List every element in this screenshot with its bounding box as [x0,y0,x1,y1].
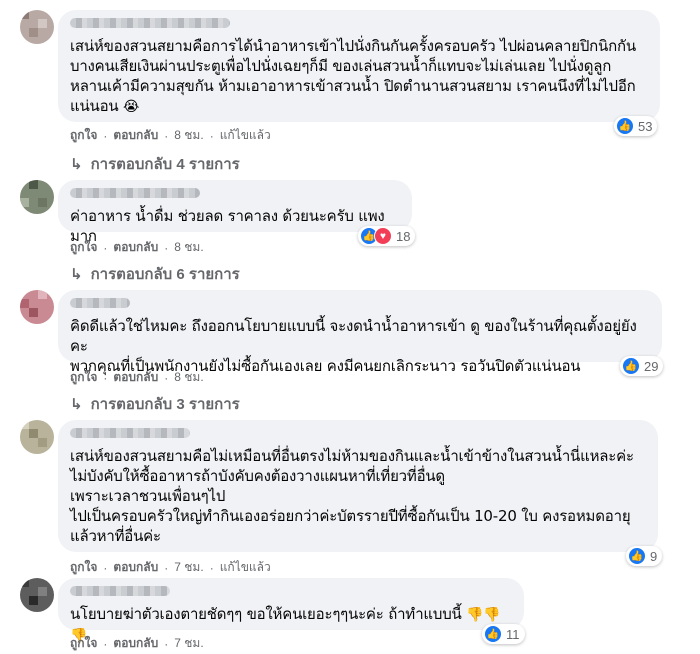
reaction-count: 11 [506,626,520,642]
author-name[interactable] [70,188,200,198]
crying-emoji: 😭 [123,99,140,115]
view-replies-link[interactable]: ↳ การตอบกลับ 6 รายการ [70,262,240,286]
like-button[interactable]: ถูกใจ [70,368,97,387]
comment-actions: ถูกใจ · ตอบกลับ · 8 ชม. · แก้ไขแล้ว [70,126,271,145]
comment-text: คิดดีแล้วใช่ไหมคะ ถึงออกนโยบายแบบนี้ จะง… [70,317,637,375]
like-icon: 👍 [628,547,646,565]
comment-text: เสน่ห์ของสวนสยามคือไม่เหมือนที่อื่นตรงไม… [70,447,634,545]
comment-bubble: ค่าอาหาร น้ำดื่ม ช่วยลด ราคาลง ด้วยนะครั… [58,180,412,245]
like-icon: 👍 [616,117,634,135]
author-name[interactable] [70,18,230,28]
separator: · [209,560,214,575]
replies-label: การตอบกลับ 3 รายการ [90,396,240,413]
edited-label[interactable]: แก้ไขแล้ว [220,558,271,577]
reaction-summary[interactable]: 👍 11 [482,624,525,644]
separator: · [164,128,169,143]
comment-actions: ถูกใจ · ตอบกลับ · 7 ชม. [70,634,204,653]
reply-arrow-icon: ↳ [70,396,83,413]
comment-bubble: นโยบายฆ่าตัวเองตายชัดๆๆ ขอให้คนเยอะๆๆนะค… [58,578,524,644]
timestamp[interactable]: 7 ชม. [174,634,203,653]
reaction-summary[interactable]: 👍 29 [620,356,664,376]
reaction-summary[interactable]: 👍 9 [626,546,663,566]
view-replies-link[interactable]: ↳ การตอบกลับ 4 รายการ [70,152,240,176]
reply-button[interactable]: ตอบกลับ [113,368,158,387]
like-button[interactable]: ถูกใจ [70,634,97,653]
like-button[interactable]: ถูกใจ [70,238,97,257]
separator: · [164,560,169,575]
like-button[interactable]: ถูกใจ [70,126,97,145]
separator: · [103,370,108,385]
reaction-summary[interactable]: 👍 53 [614,116,658,136]
author-name[interactable] [70,428,190,438]
like-icon: 👍 [484,625,502,643]
timestamp[interactable]: 8 ชม. [174,126,203,145]
separator: · [103,128,108,143]
edited-label[interactable]: แก้ไขแล้ว [220,126,271,145]
reply-button[interactable]: ตอบกลับ [113,238,158,257]
replies-label: การตอบกลับ 4 รายการ [90,156,240,173]
avatar[interactable] [20,420,54,454]
separator: · [103,636,108,651]
avatar[interactable] [20,578,54,612]
like-button[interactable]: ถูกใจ [70,558,97,577]
reply-button[interactable]: ตอบกลับ [113,126,158,145]
reaction-count: 18 [396,228,411,244]
comment-bubble: คิดดีแล้วใช่ไหมคะ ถึงออกนโยบายแบบนี้ จะง… [58,290,662,375]
author-name[interactable] [70,298,130,308]
view-replies-link[interactable]: ↳ การตอบกลับ 3 รายการ [70,392,240,416]
avatar[interactable] [20,180,54,214]
reaction-count: 53 [638,118,653,134]
separator: · [209,128,214,143]
reaction-summary[interactable]: 👍 ♥ 18 [358,226,416,246]
separator: · [164,636,169,651]
comment-text: นโยบายฆ่าตัวเองตายชัดๆๆ ขอให้คนเยอะๆๆนะค… [70,605,462,623]
comment-actions: ถูกใจ · ตอบกลับ · 7 ชม. · แก้ไขแล้ว [70,558,271,577]
comment-bubble: เสน่ห์ของสวนสยามคือการได้นำอาหารเข้าไปนั… [58,10,660,122]
reply-button[interactable]: ตอบกลับ [113,558,158,577]
reply-arrow-icon: ↳ [70,266,83,283]
like-icon: 👍 [622,357,640,375]
reply-arrow-icon: ↳ [70,156,83,173]
timestamp[interactable]: 8 ชม. [174,238,203,257]
separator: · [103,560,108,575]
reply-button[interactable]: ตอบกลับ [113,634,158,653]
separator: · [164,370,169,385]
timestamp[interactable]: 7 ชม. [174,558,203,577]
reaction-count: 9 [650,548,658,564]
timestamp[interactable]: 8 ชม. [174,368,203,387]
love-icon: ♥ [374,227,392,245]
comment-text: เสน่ห์ของสวนสยามคือการได้นำอาหารเข้าไปนั… [70,37,636,115]
replies-label: การตอบกลับ 6 รายการ [90,266,240,283]
reaction-count: 29 [644,358,659,374]
avatar[interactable] [20,10,54,44]
comment-actions: ถูกใจ · ตอบกลับ · 8 ชม. [70,238,204,257]
separator: · [103,240,108,255]
author-name[interactable] [70,586,170,596]
comment-actions: ถูกใจ · ตอบกลับ · 8 ชม. [70,368,204,387]
separator: · [164,240,169,255]
comment-bubble: เสน่ห์ของสวนสยามคือไม่เหมือนที่อื่นตรงไม… [58,420,658,552]
avatar[interactable] [20,290,54,324]
